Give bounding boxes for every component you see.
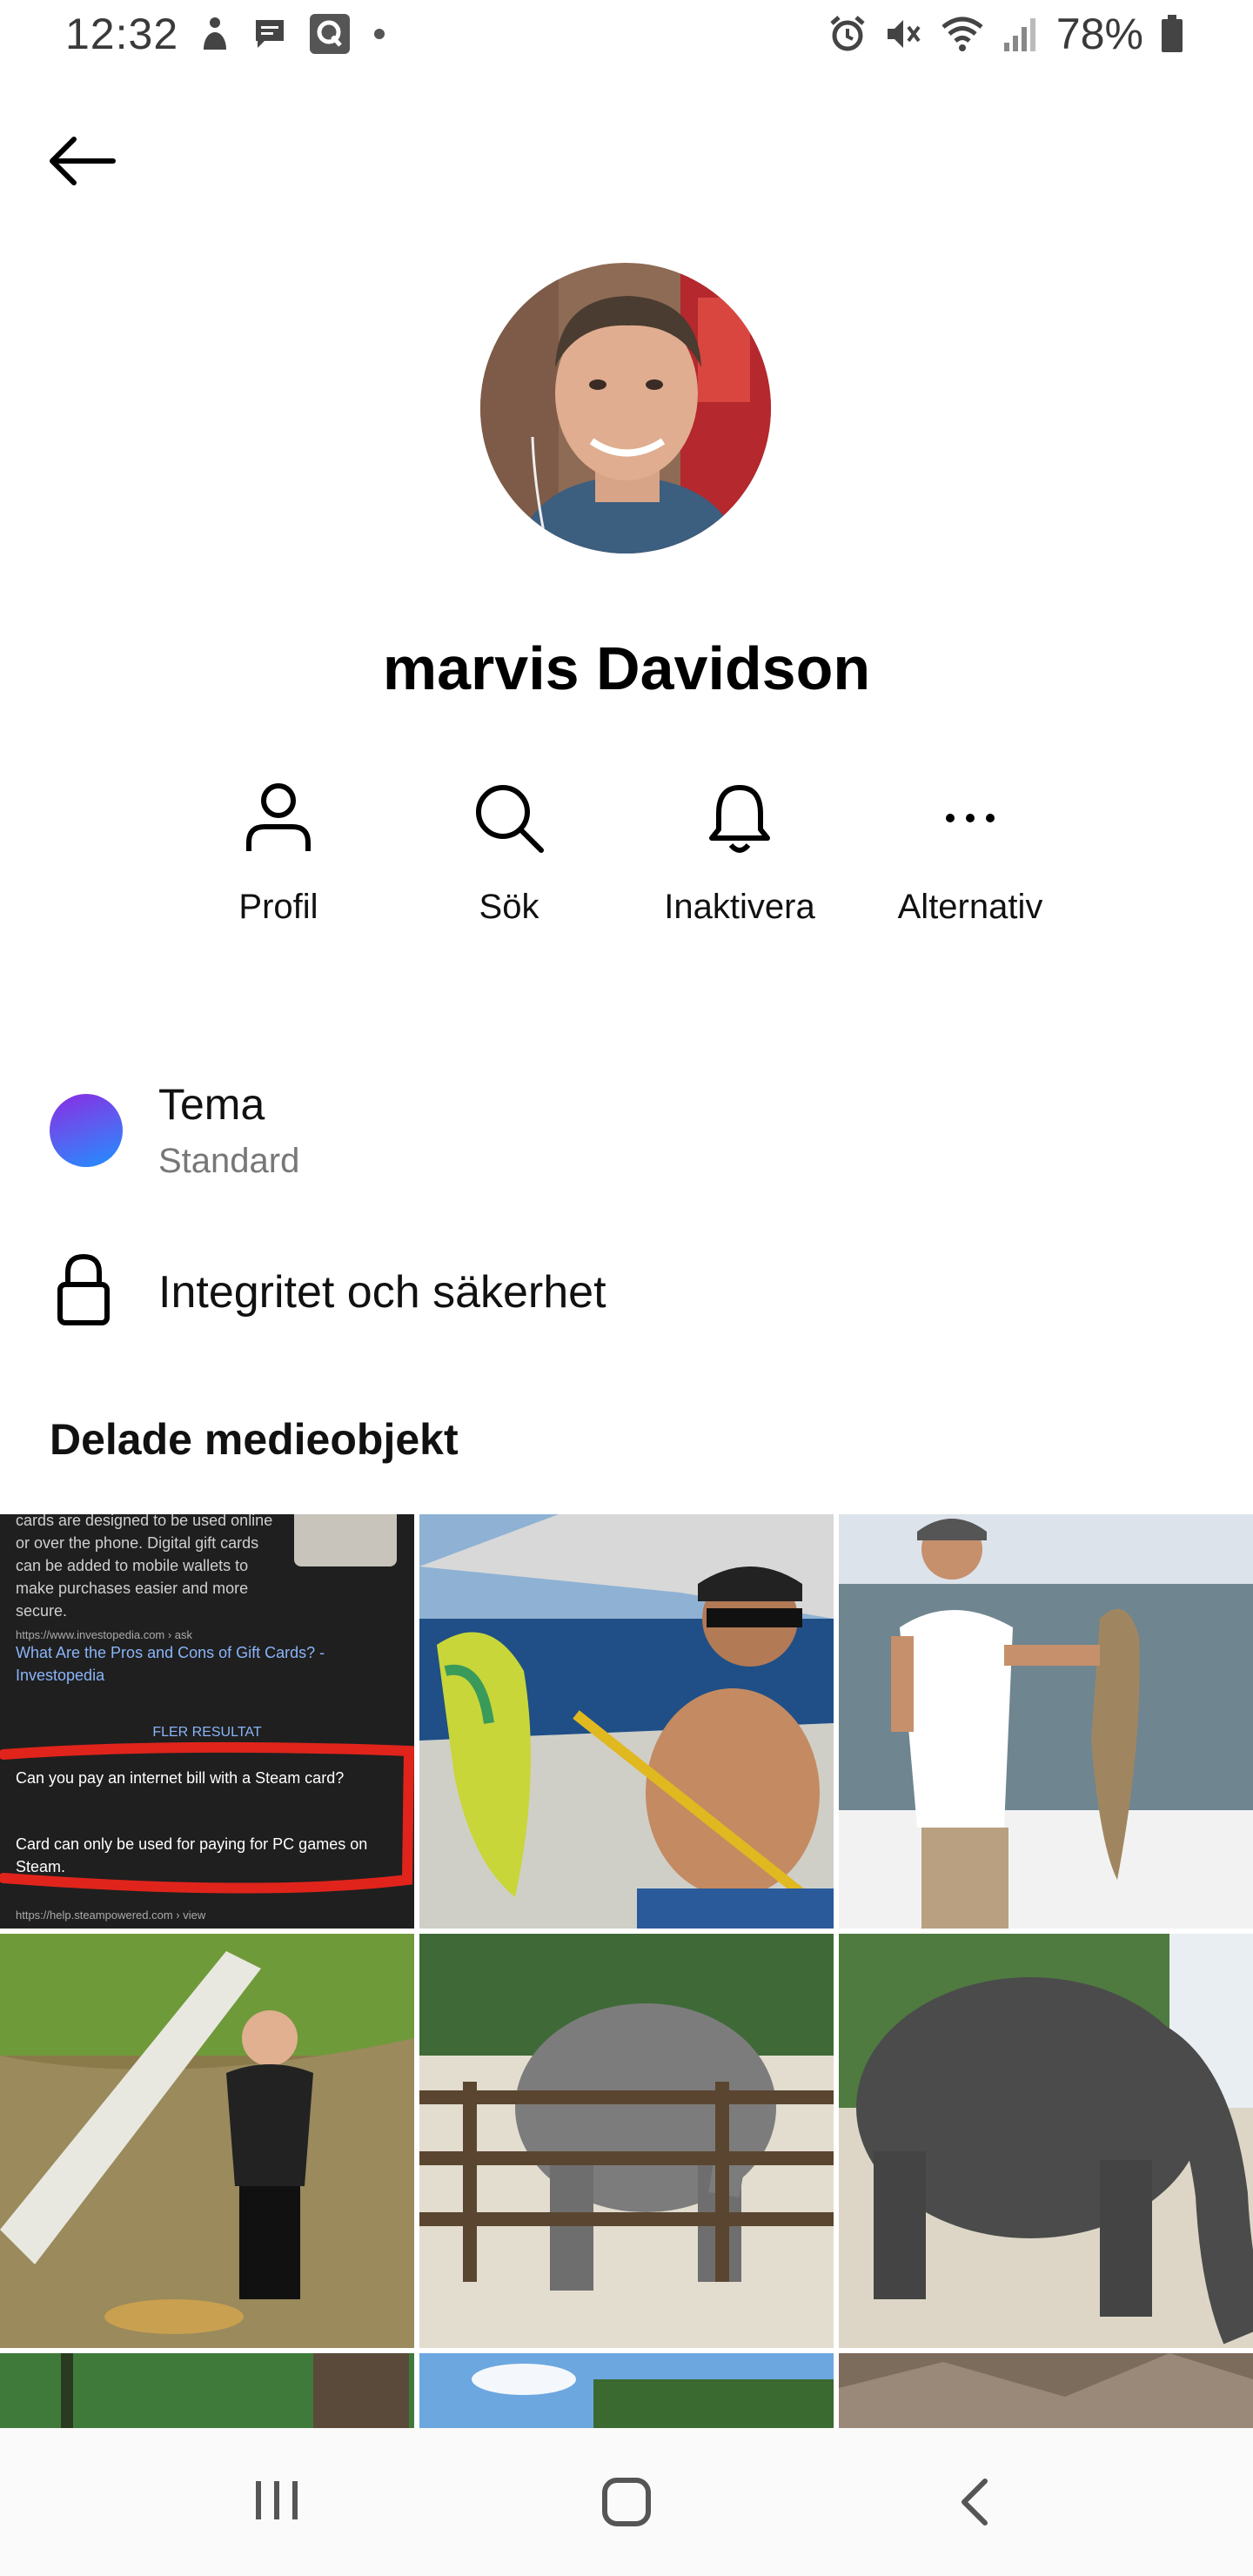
photo-sky-trees [419, 2353, 834, 2428]
mute-icon [887, 20, 921, 48]
shared-media-title: Delade medieobjekt [50, 1415, 459, 1464]
back-arrow-icon[interactable] [44, 131, 122, 191]
photo-rocks [839, 2353, 1253, 2428]
theme-title: Tema [158, 1080, 265, 1129]
media-tile-photo[interactable] [839, 1934, 1253, 2348]
dot-icon [374, 29, 385, 39]
media-tile-photo[interactable] [419, 1934, 834, 2348]
media-tile-photo[interactable] [839, 2353, 1253, 2428]
accessibility-icon [204, 17, 226, 50]
status-time: 12:32 [65, 10, 179, 58]
options-label: Alternativ [897, 888, 1043, 926]
profile-button[interactable]: Profil [165, 775, 392, 927]
media-tile-photo[interactable] [419, 2353, 834, 2428]
nav-back-icon[interactable] [957, 2476, 992, 2528]
photo-baby-elephant [419, 1934, 834, 2348]
theme-value: Standard [158, 1142, 300, 1180]
photo-boy-stream [0, 1934, 414, 2348]
photo-forest [0, 2353, 414, 2428]
recents-icon[interactable] [252, 2476, 301, 2525]
battery-icon [1162, 15, 1183, 52]
media-tile-screenshot[interactable]: cards are designed to be used online or … [0, 1514, 414, 1929]
search-button[interactable]: Sök [396, 775, 622, 927]
photo-boat-fish [419, 1514, 834, 1929]
media-tile-photo[interactable] [419, 1514, 834, 1929]
more-icon [946, 814, 995, 822]
media-tile-photo[interactable] [0, 1934, 414, 2348]
mute-notifications-button[interactable]: Inaktivera [626, 775, 853, 927]
lock-icon [57, 1253, 110, 1325]
profile-name: marvis Davidson [382, 634, 871, 702]
media-tile-photo[interactable] [0, 2353, 414, 2428]
search-label: Sök [479, 888, 539, 926]
chat-icon [256, 20, 284, 48]
avatar-photo [480, 263, 771, 553]
search-icon [476, 785, 544, 853]
signal-icon [1003, 18, 1035, 51]
options-button[interactable]: Alternativ [857, 775, 1083, 927]
q-app-icon [310, 14, 350, 54]
privacy-label: Integritet och säkerhet [158, 1267, 606, 1318]
theme-color-swatch [50, 1094, 123, 1167]
status-right-icons: 78% [828, 9, 1183, 59]
media-tile-photo[interactable] [839, 1514, 1253, 1929]
battery-percent: 78% [1055, 10, 1143, 58]
red-markup [0, 1741, 414, 1894]
status-left-icons [200, 14, 386, 54]
person-icon [246, 783, 311, 851]
bell-icon [709, 785, 770, 853]
wifi-icon [941, 17, 983, 51]
alarm-icon [830, 16, 865, 51]
avatar[interactable] [480, 263, 771, 553]
home-icon[interactable] [600, 2476, 653, 2528]
photo-man-fish [839, 1514, 1253, 1929]
status-bar: 12:32 78% [0, 0, 1253, 77]
photo-elephant [839, 1934, 1253, 2348]
profile-label: Profil [238, 888, 318, 926]
system-nav-bar [0, 2428, 1253, 2576]
mute-label: Inaktivera [664, 888, 815, 926]
